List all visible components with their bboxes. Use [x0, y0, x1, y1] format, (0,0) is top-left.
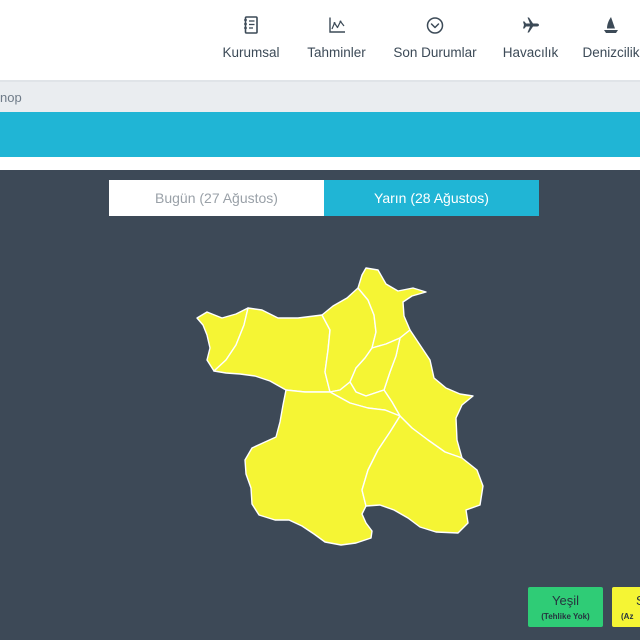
site-header: Kurumsal Tahminler Son Durumlar Havacılı… [0, 0, 640, 80]
nav-item-havacilik[interactable]: Havacılık [490, 0, 571, 80]
nav-label: Son Durumlar [393, 45, 477, 60]
chevron-circle-icon [425, 15, 445, 35]
tab-today[interactable]: Bugün (27 Ağustos) [109, 180, 324, 216]
tab-tomorrow[interactable]: Yarın (28 Ağustos) [324, 180, 539, 216]
legend-sublabel: (Tehlike Yok) [541, 612, 590, 621]
province-map [196, 267, 484, 546]
legend-label: S [636, 593, 640, 609]
legend-item-yellow[interactable]: S (Az [612, 587, 640, 627]
document-icon [241, 15, 261, 35]
airplane-icon [521, 15, 541, 35]
legend-item-green[interactable]: Yeşil (Tehlike Yok) [528, 587, 603, 627]
breadcrumb-text[interactable]: nop [0, 90, 22, 106]
breadcrumb: nop [0, 80, 640, 112]
nav-item-kurumsal[interactable]: Kurumsal [211, 0, 291, 80]
sailboat-icon [601, 15, 621, 35]
nav-item-tahminler[interactable]: Tahminler [296, 0, 377, 80]
nav-item-denizcilik[interactable]: Denizcilik [582, 0, 640, 80]
nav-label: Denizcilik [582, 45, 640, 60]
nav-item-son-durumlar[interactable]: Son Durumlar [385, 0, 485, 80]
nav-label: Kurumsal [222, 45, 280, 60]
warning-map-section: Bugün (27 Ağustos) Yarın (28 Ağustos) Ye… [0, 170, 640, 640]
nav-label: Havacılık [502, 45, 559, 60]
legend-sublabel: (Az [621, 612, 634, 621]
chart-icon [327, 15, 347, 35]
legend-label: Yeşil [552, 593, 579, 608]
nav-label: Tahminler [307, 45, 366, 60]
title-bar [0, 112, 640, 157]
